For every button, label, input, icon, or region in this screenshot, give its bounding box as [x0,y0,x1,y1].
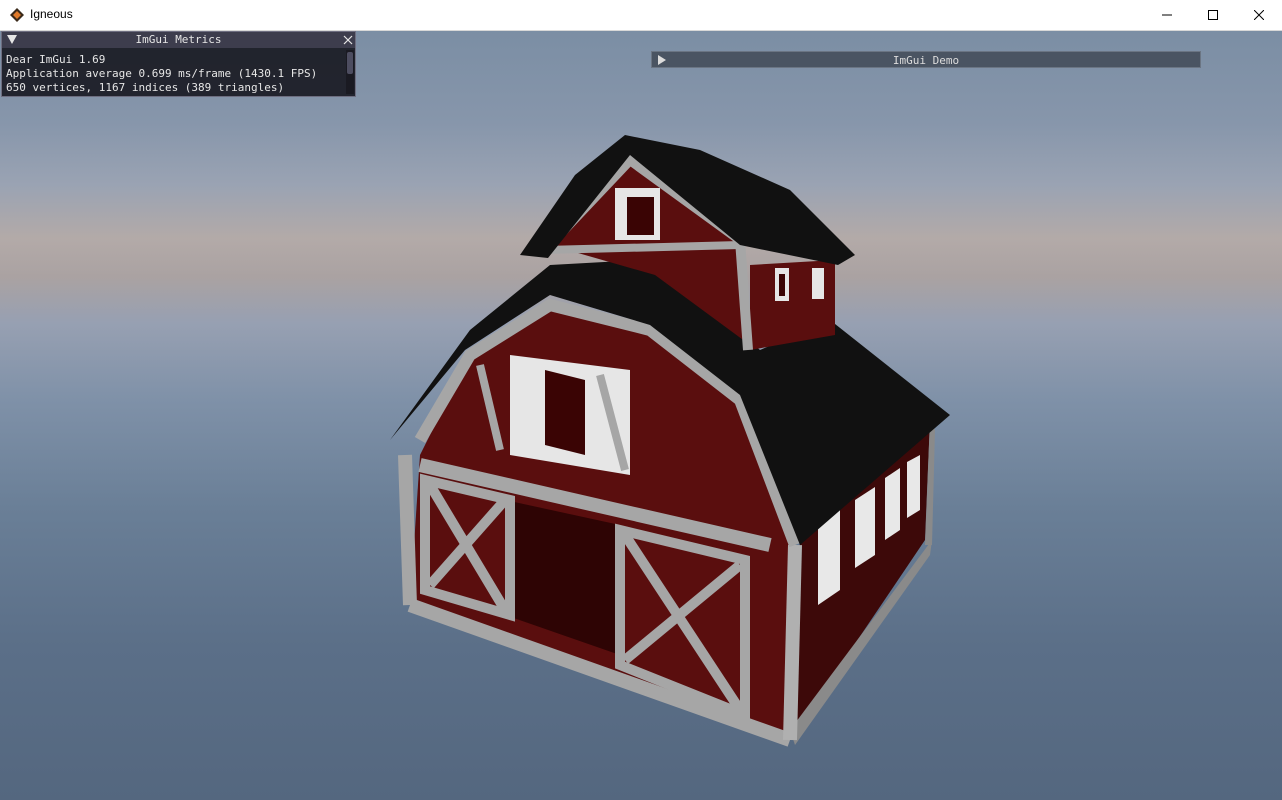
imgui-demo-title: ImGui Demo [892,54,960,67]
close-button[interactable] [1236,0,1282,30]
imgui-metrics-window[interactable]: ImGui Metrics Dear ImGui 1.69 Applicatio… [1,31,356,97]
close-icon [1254,10,1264,20]
window-titlebar[interactable]: Igneous [0,0,1282,31]
barn-model [390,135,950,747]
minimize-icon [1162,14,1172,16]
imgui-demo-window[interactable]: ImGui Demo [651,51,1201,68]
vertex-count-text: 650 vertices, 1167 indices (389 triangle… [6,81,285,94]
render-viewport[interactable] [0,31,1282,800]
frame-time-text: Application average 0.699 ms/frame (1430… [6,67,318,80]
window-title: Igneous [30,7,73,21]
imgui-metrics-titlebar[interactable]: ImGui Metrics [2,32,355,48]
scrollbar-thumb[interactable] [347,52,353,74]
imgui-metrics-title: ImGui Metrics [135,33,222,46]
maximize-button[interactable] [1190,0,1236,30]
igneous-diamond-icon [10,8,24,22]
maximize-icon [1208,10,1218,20]
close-icon[interactable] [341,33,355,47]
imgui-version-text: Dear ImGui 1.69 [6,53,106,66]
minimize-button[interactable] [1144,0,1190,30]
metrics-scrollbar[interactable] [346,50,354,94]
